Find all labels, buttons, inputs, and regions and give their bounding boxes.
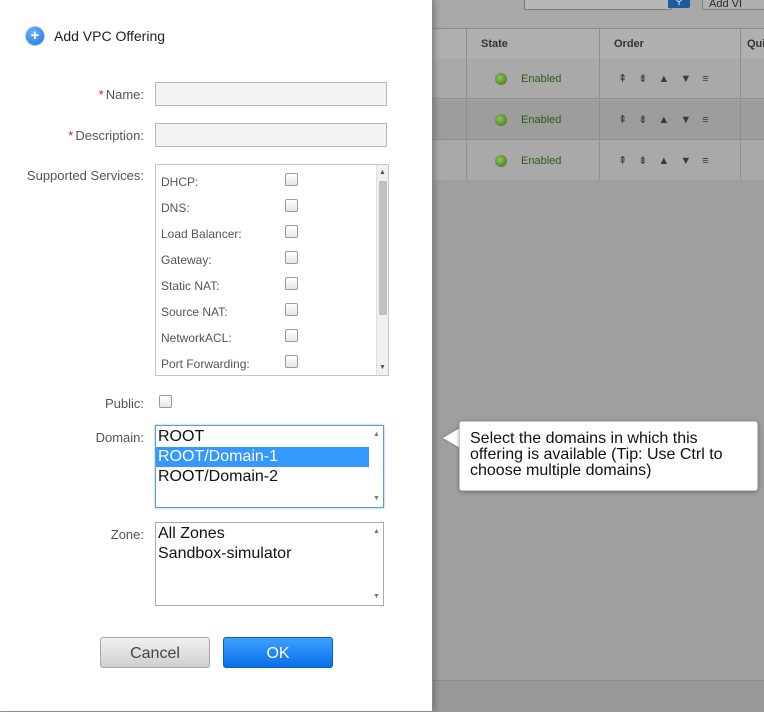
background-add-button[interactable]: Add VI <box>702 0 764 10</box>
scroll-down-arrow-icon[interactable]: ▼ <box>370 591 383 602</box>
service-row-port-forwarding: Port Forwarding: <box>161 353 376 373</box>
load-balancer-checkbox[interactable] <box>285 225 298 238</box>
service-label: Source NAT: <box>161 305 228 319</box>
networkacl-checkbox[interactable] <box>285 329 298 342</box>
dialog-header: + Add VPC Offering <box>26 26 165 46</box>
service-row-gateway: Gateway: <box>161 249 376 269</box>
service-row-dns: DNS: <box>161 197 376 217</box>
quickview-cell[interactable] <box>740 59 764 99</box>
domain-option[interactable]: ROOT <box>156 427 369 447</box>
domain-option-selected[interactable]: ROOT/Domain-1 <box>156 447 369 467</box>
public-label: Public: <box>104 396 144 411</box>
service-row-static-nat: Static NAT: <box>161 275 376 295</box>
domain-option[interactable]: ROOT/Domain-2 <box>156 467 369 487</box>
name-input[interactable] <box>155 82 387 106</box>
description-input[interactable] <box>155 123 387 147</box>
zone-label: Zone: <box>110 527 144 542</box>
service-label: Static NAT: <box>161 279 220 293</box>
static-nat-checkbox[interactable] <box>285 277 298 290</box>
order-controls[interactable]: ⇞⇟▲▼≡ <box>618 154 720 167</box>
status-dot-icon <box>495 73 507 85</box>
required-marker: * <box>98 87 104 102</box>
services-scrollbar[interactable]: ▲ ▼ <box>376 165 388 375</box>
dialog-title: Add VPC Offering <box>54 28 166 44</box>
required-marker: * <box>68 128 74 143</box>
column-state: State <box>466 29 599 59</box>
domain-label: Domain: <box>95 430 144 445</box>
service-label: Port Forwarding: <box>161 357 250 371</box>
tooltip-pointer <box>443 428 460 448</box>
cancel-button[interactable]: Cancel <box>100 637 210 668</box>
gateway-checkbox[interactable] <box>285 251 298 264</box>
name-label: * Name: <box>98 87 144 102</box>
service-label: Gateway: <box>161 253 212 267</box>
port-forwarding-checkbox[interactable] <box>285 355 298 368</box>
domain-scrollbar[interactable]: ▲ ▼ <box>370 426 383 507</box>
zone-option[interactable]: Sandbox-simulator <box>156 544 369 564</box>
scrollbar-thumb[interactable] <box>379 181 387 315</box>
scroll-down-arrow-icon[interactable]: ▼ <box>377 362 388 373</box>
scroll-up-arrow-icon[interactable]: ▲ <box>370 526 383 537</box>
scroll-up-arrow-icon[interactable]: ▲ <box>370 429 383 440</box>
quickview-cell[interactable] <box>740 100 764 140</box>
public-checkbox[interactable] <box>159 395 172 408</box>
service-row-dhcp: DHCP: <box>161 171 376 191</box>
background-footer <box>432 680 764 712</box>
add-vpc-offering-dialog: + Add VPC Offering * Name: * Description: … <box>0 0 433 711</box>
column-quickview: Qui <box>740 29 764 59</box>
service-label: DHCP: <box>161 175 199 189</box>
order-controls[interactable]: ⇞⇟▲▼≡ <box>618 72 720 85</box>
table-row: Enabled ⇞⇟▲▼≡ <box>432 100 764 140</box>
domain-help-tooltip: Select the domains in which this offerin… <box>459 421 758 491</box>
table-row: Enabled ⇞⇟▲▼≡ <box>432 59 764 99</box>
ok-button[interactable]: OK <box>223 637 333 668</box>
scroll-down-arrow-icon[interactable]: ▼ <box>370 493 383 504</box>
service-label: DNS: <box>161 201 190 215</box>
background-table-header: State Order Qui <box>432 28 764 60</box>
service-row-source-nat: Source NAT: <box>161 301 376 321</box>
description-label: * Description: <box>68 128 144 143</box>
supported-services-label: Supported Services: <box>26 168 144 183</box>
state-text: Enabled <box>521 73 562 85</box>
state-text: Enabled <box>521 114 562 126</box>
zone-option[interactable]: All Zones <box>156 524 369 544</box>
dns-checkbox[interactable] <box>285 199 298 212</box>
order-controls[interactable]: ⇞⇟▲▼≡ <box>618 113 720 126</box>
search-icon[interactable]: ⚲ <box>668 0 690 8</box>
domain-listbox[interactable]: ROOT ROOT/Domain-1 ROOT/Domain-2 ▲ ▼ <box>155 425 384 508</box>
zone-scrollbar[interactable]: ▲ ▼ <box>370 523 383 605</box>
quickview-cell[interactable] <box>740 141 764 181</box>
service-label: Load Balancer: <box>161 227 242 241</box>
supported-services-list[interactable]: DHCP: DNS: Load Balancer: Gateway: Stati… <box>155 164 389 376</box>
service-row-load-balancer: Load Balancer: <box>161 223 376 243</box>
status-dot-icon <box>495 155 507 167</box>
zone-listbox[interactable]: All Zones Sandbox-simulator ▲ ▼ <box>155 522 384 606</box>
source-nat-checkbox[interactable] <box>285 303 298 316</box>
table-row: Enabled ⇞⇟▲▼≡ <box>432 141 764 181</box>
service-label: NetworkACL: <box>161 331 232 345</box>
plus-circle-icon: + <box>26 27 44 45</box>
service-row-networkacl: NetworkACL: <box>161 327 376 347</box>
status-dot-icon <box>495 114 507 126</box>
state-text: Enabled <box>521 155 562 167</box>
dhcp-checkbox[interactable] <box>285 173 298 186</box>
background-search-input[interactable] <box>524 0 672 10</box>
scroll-up-arrow-icon[interactable]: ▲ <box>377 167 388 178</box>
column-order: Order <box>599 29 740 59</box>
